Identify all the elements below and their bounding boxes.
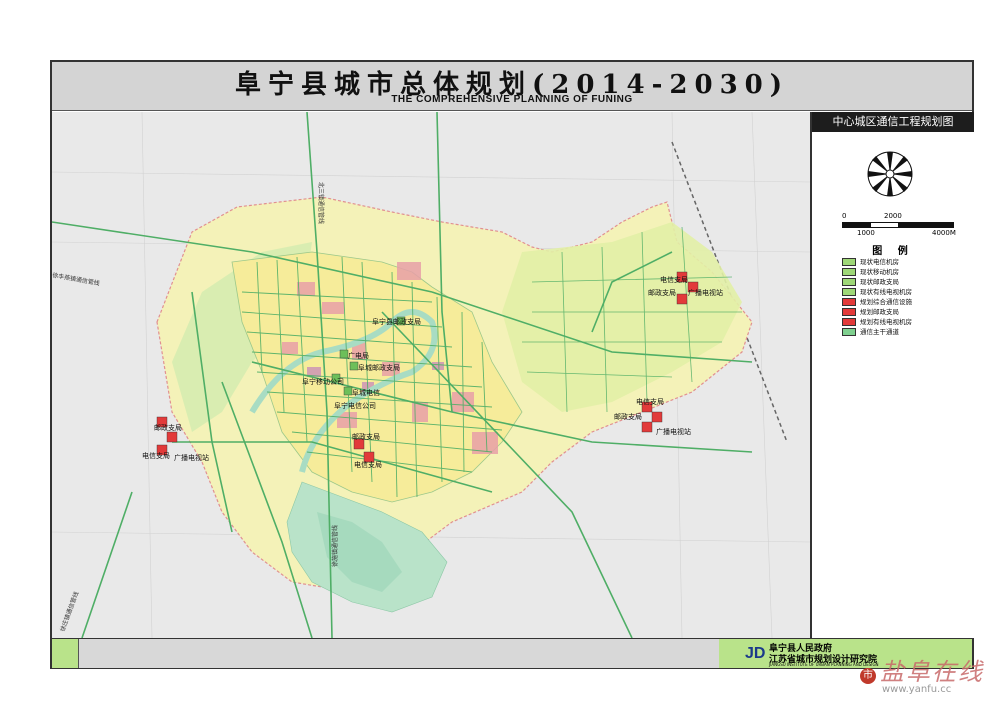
watermark-url: www.yanfu.cc (882, 684, 952, 695)
legend-label: 现状电信机房 (860, 258, 899, 266)
legend-swatch (842, 288, 856, 296)
legend-item: 规划综合通信设施 (842, 298, 912, 306)
facility-label: 邮政支局 (614, 412, 642, 421)
legend-item: 规划有线电视机房 (842, 318, 912, 326)
legend-item: 通信主干通道 (842, 328, 899, 336)
facility-label: 阜宁电信公司 (334, 401, 376, 410)
footer-left-strip (52, 639, 79, 668)
watermark-title: 盐阜在线 (880, 658, 984, 686)
legend-swatch (842, 278, 856, 286)
facility-label: 广电局 (348, 351, 369, 360)
legend-label: 规划邮政支局 (860, 308, 899, 316)
map-canvas: 阜宁县邮政支局 广电局 阜城邮政支局 阜宁移动公司 阜城电信 阜宁电信公司 邮政… (52, 112, 810, 638)
facility-label: 邮政支局 (648, 288, 676, 297)
scale-bar: 0 2000 1000 4000M (842, 212, 956, 237)
title-bar: 阜宁县城市总体规划(2014-2030) THE COMPREHENSIVE P… (52, 62, 972, 111)
footer: JD 阜宁县人民政府 江苏省城市规划设计研究院 JIANGSU INSTITUT… (52, 638, 972, 668)
designer-logo: JD (745, 645, 766, 662)
legend-item: 现状电信机房 (842, 258, 899, 266)
map-name: 中心城区通信工程规划图 (812, 112, 974, 132)
facility-label: 广播电视站 (688, 288, 723, 297)
legend-swatch (842, 268, 856, 276)
legend-label: 现状有线电视机房 (860, 288, 912, 296)
facility-label: 阜宁移动公司 (302, 377, 344, 386)
compass-icon (867, 151, 913, 197)
legend-swatch (842, 328, 856, 336)
page-subtitle: THE COMPREHENSIVE PLANNING OF FUNING (391, 94, 633, 105)
facility-label: 广播电视站 (174, 453, 209, 462)
facility-label: 广播电视站 (656, 427, 691, 436)
facility-label: 邮政支局 (352, 432, 380, 441)
facility-label: 电信支局 (142, 451, 170, 460)
legend-swatch (842, 258, 856, 266)
road-label: 徐施镇通信管线 (331, 525, 339, 567)
facility-label: 阜宁县邮政支局 (372, 317, 421, 326)
watermark-logo-icon: 市 (860, 668, 876, 684)
facility-label: 电信支局 (354, 460, 382, 469)
legend-panel: 中心城区通信工程规划图 0 2000 1000 4000M 图 例 现状电信机房… (810, 112, 974, 638)
legend-item: 现状邮政支局 (842, 278, 899, 286)
map-sheet-frame: 阜宁县城市总体规划(2014-2030) THE COMPREHENSIVE P… (50, 60, 974, 669)
legend-swatch (842, 318, 856, 326)
facility-label: 阜城电信 (352, 388, 380, 397)
facility-label: 阜城邮政支局 (358, 363, 400, 372)
facility-label: 电信支局 (660, 275, 688, 284)
legend-swatch (842, 308, 856, 316)
legend-swatch (842, 298, 856, 306)
legend-title: 图 例 (872, 246, 914, 257)
footer-mid (79, 639, 719, 668)
facility-label: 邮政支局 (154, 423, 182, 432)
watermark-site[interactable]: 市 盐阜在线 www.yanfu.cc (860, 652, 1000, 702)
legend-label: 通信主干通道 (860, 328, 899, 336)
legend-label: 现状邮政支局 (860, 278, 899, 286)
legend-item: 现状有线电视机房 (842, 288, 912, 296)
legend-item: 现状移动机房 (842, 268, 899, 276)
legend-label: 现状移动机房 (860, 268, 899, 276)
road-label: 北三镇通信管线 (317, 182, 325, 224)
facility-label: 电信支局 (636, 397, 664, 406)
legend-item: 规划邮政支局 (842, 308, 899, 316)
legend-label: 规划有线电视机房 (860, 318, 912, 326)
planning-map[interactable]: 阜宁县邮政支局 广电局 阜城邮政支局 阜宁移动公司 阜城电信 阜宁电信公司 邮政… (52, 112, 810, 638)
legend-label: 规划综合通信设施 (860, 298, 912, 306)
